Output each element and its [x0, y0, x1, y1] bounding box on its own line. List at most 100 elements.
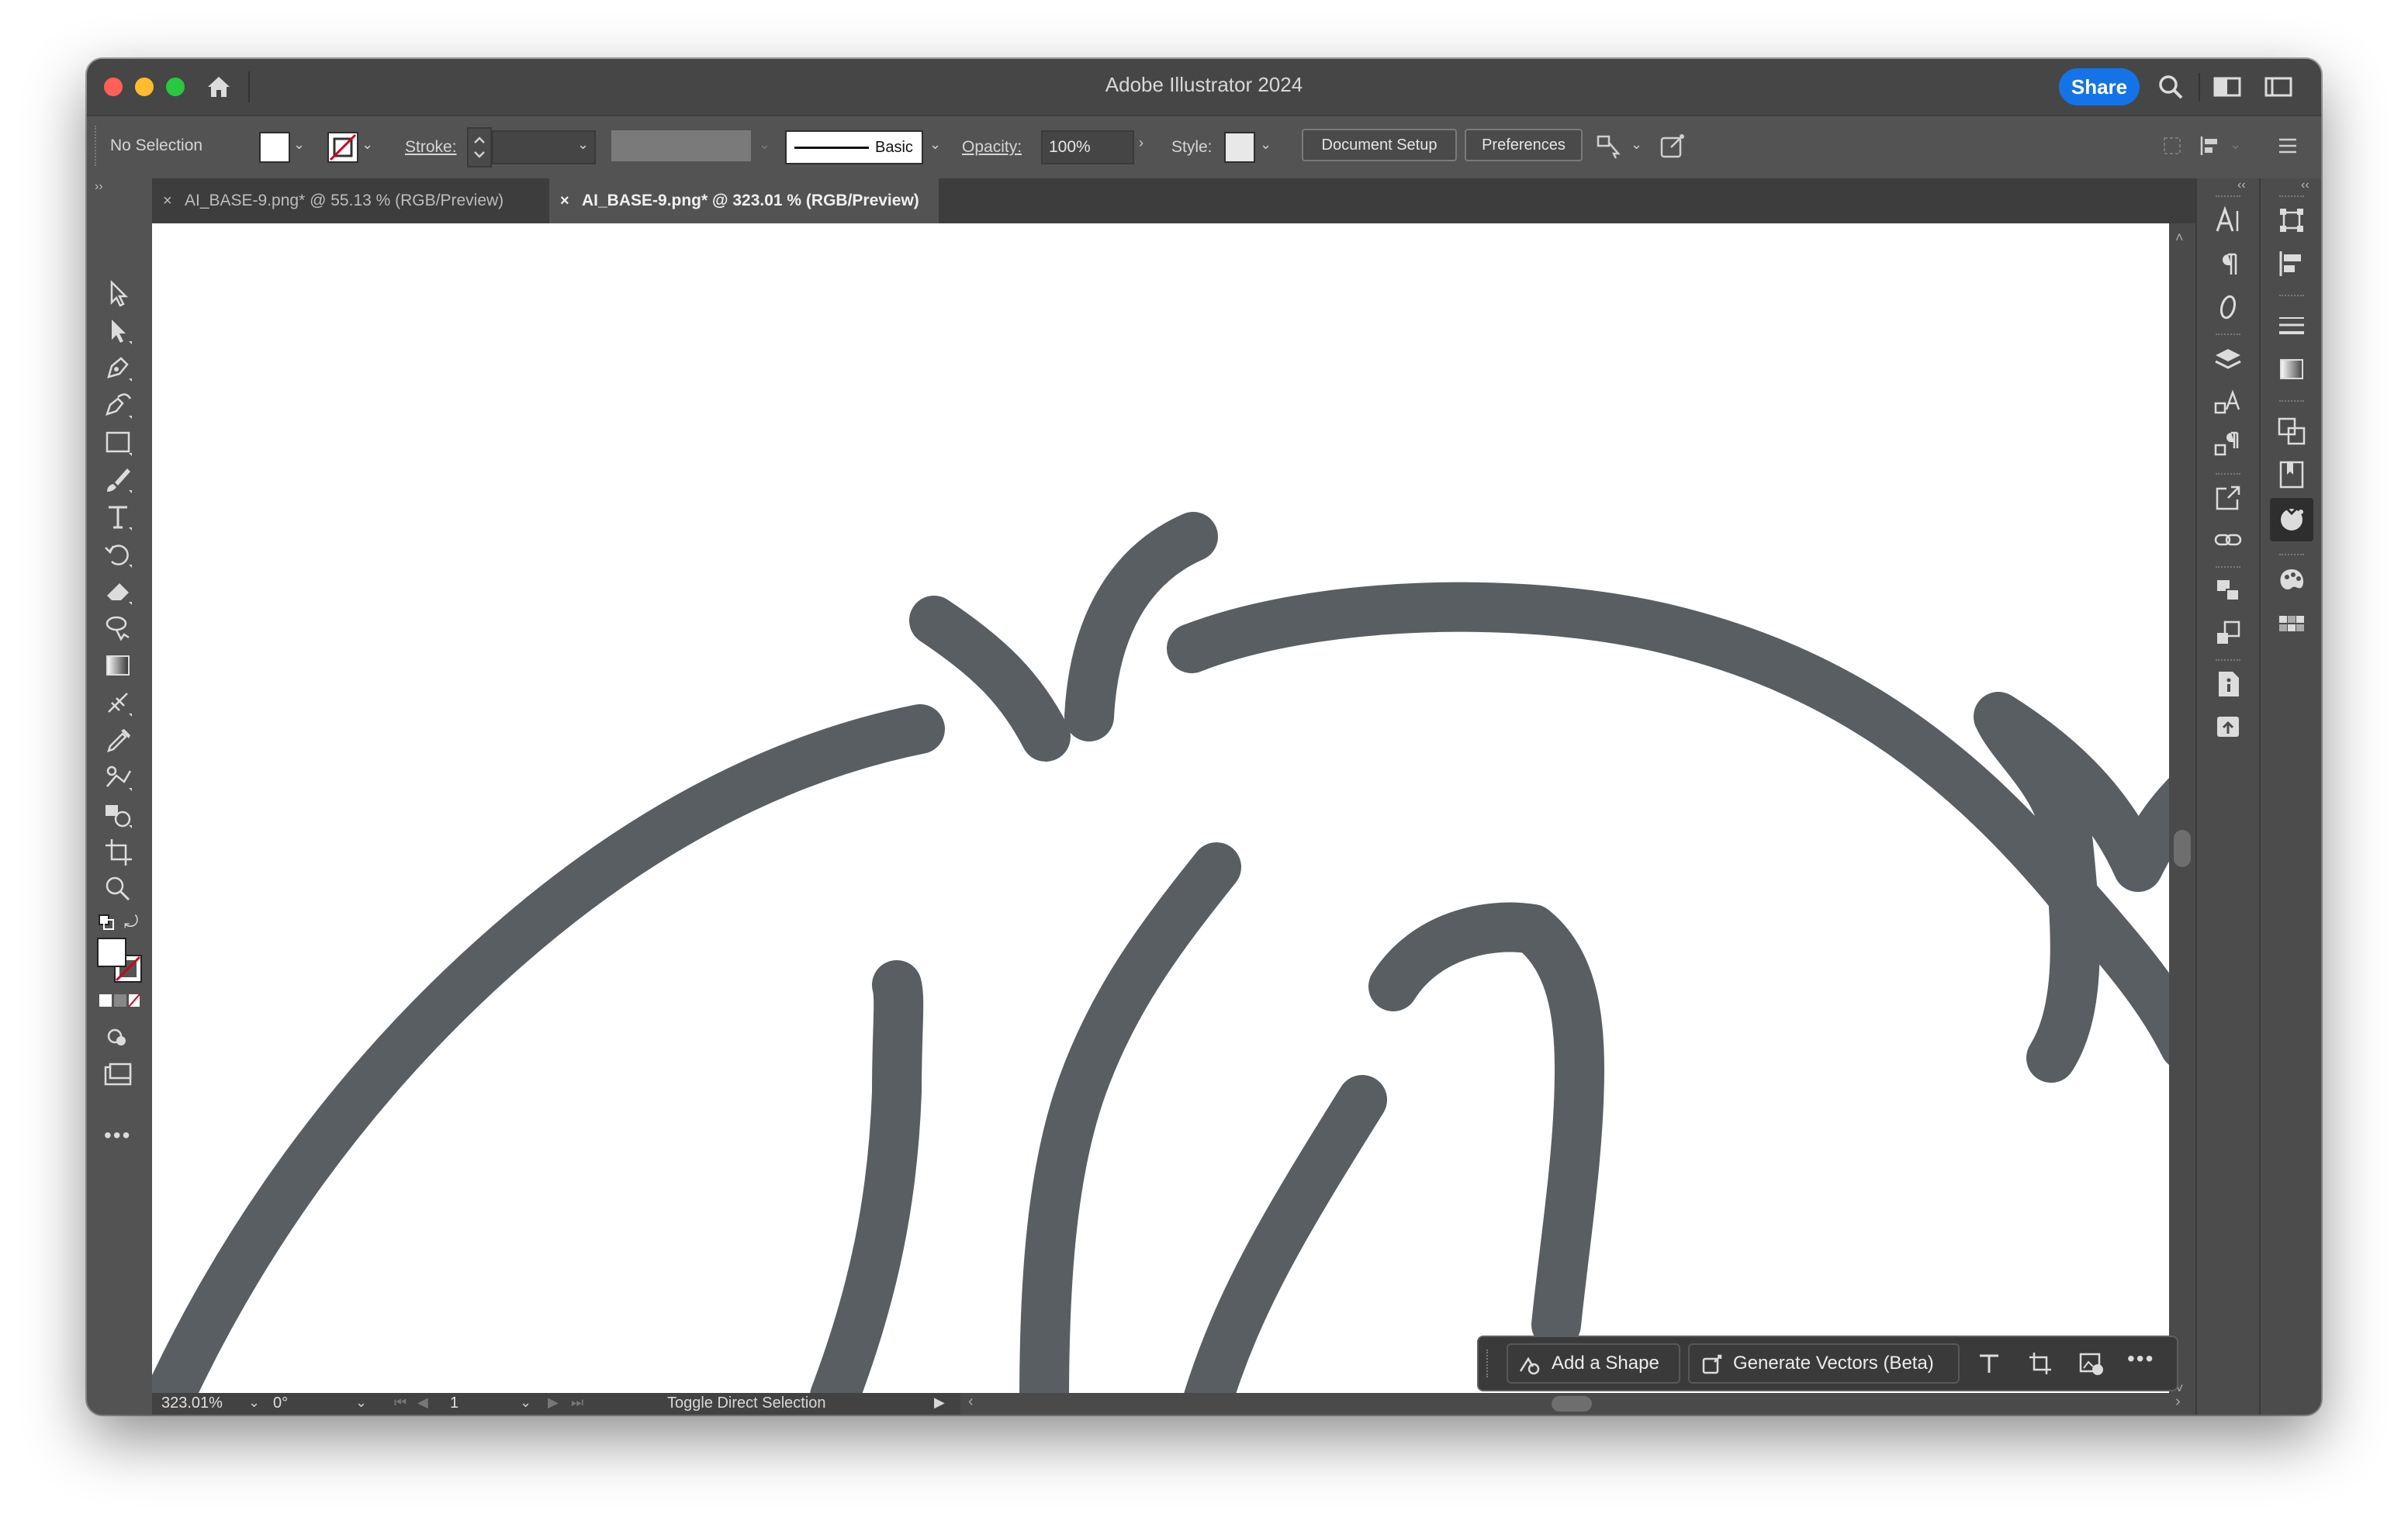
- artboard-canvas[interactable]: [152, 223, 2169, 1402]
- style-chevron-icon[interactable]: ⌄: [1260, 137, 1271, 153]
- opentype-panel-icon[interactable]: [2213, 292, 2244, 323]
- first-artboard-icon[interactable]: ⏮: [394, 1394, 407, 1411]
- panel-grip[interactable]: [2216, 566, 2240, 571]
- panel-grip[interactable]: [2216, 473, 2240, 478]
- scroll-right-icon[interactable]: ›: [2175, 1393, 2181, 1411]
- paragraph-panel-icon[interactable]: [2213, 248, 2244, 279]
- status-menu-arrow-icon[interactable]: ▶: [934, 1394, 945, 1411]
- edit-toolbar-icon[interactable]: •••: [104, 1123, 131, 1148]
- layers-panel-icon[interactable]: [2213, 343, 2244, 374]
- zoom-level-field[interactable]: 323.01%: [161, 1394, 223, 1412]
- align-chevron-icon[interactable]: ⌄: [2230, 137, 2241, 153]
- collapse-tools-icon[interactable]: ››: [95, 180, 103, 194]
- brush-definition-field[interactable]: Basic: [785, 130, 923, 164]
- libraries-panel-icon[interactable]: [2276, 459, 2307, 490]
- panel-grip[interactable]: [2279, 195, 2304, 200]
- recolor-artwork-icon[interactable]: [1657, 130, 1688, 161]
- vertical-scroll-thumb[interactable]: [2174, 830, 2191, 867]
- align-panel-icon[interactable]: [2276, 248, 2307, 279]
- transform-icon[interactable]: [2158, 132, 2186, 160]
- export-for-screens-icon[interactable]: [2213, 482, 2244, 513]
- eraser-tool-icon[interactable]: [101, 574, 135, 608]
- preferences-button[interactable]: Preferences: [1465, 129, 1583, 161]
- add-a-shape-button[interactable]: Add a Shape: [1507, 1343, 1680, 1384]
- next-artboard-icon[interactable]: ▶: [548, 1394, 559, 1411]
- crop-artboard-icon[interactable]: [2026, 1350, 2054, 1377]
- collapse-dock-icon[interactable]: ‹‹: [2237, 178, 2246, 192]
- character-styles-panel-icon[interactable]: [2213, 386, 2244, 417]
- artboard-tool-icon[interactable]: [101, 835, 135, 869]
- brush-chevron-icon[interactable]: ⌄: [929, 137, 941, 153]
- screen-mode-icon[interactable]: [101, 1058, 135, 1092]
- scroll-left-icon[interactable]: ‹: [968, 1393, 974, 1411]
- color-mode-buttons[interactable]: [98, 993, 141, 1008]
- stroke-label[interactable]: Stroke:: [405, 138, 457, 157]
- horizontal-scroll-thumb[interactable]: [1552, 1396, 1592, 1412]
- lasso-selection-tool-icon[interactable]: [101, 611, 135, 645]
- image-trace-icon[interactable]: [2078, 1350, 2105, 1377]
- graphic-style-swatch[interactable]: [1224, 132, 1255, 163]
- type-icon[interactable]: [1975, 1350, 2003, 1377]
- fill-stroke-indicator[interactable]: [96, 937, 144, 985]
- default-fill-stroke-icon[interactable]: [98, 914, 115, 931]
- rotate-tool-icon[interactable]: [101, 537, 135, 571]
- panel-grip[interactable]: [2216, 334, 2240, 338]
- zoom-chevron-icon[interactable]: ⌄: [248, 1394, 260, 1411]
- close-tab-icon[interactable]: ×: [560, 178, 569, 223]
- tab-document-55[interactable]: × AI_BASE-9.png* @ 55.13 % (RGB/Preview): [152, 178, 549, 223]
- properties-panel-button[interactable]: [2270, 498, 2313, 541]
- opacity-label[interactable]: Opacity:: [962, 138, 1022, 157]
- panel-grip[interactable]: [2279, 554, 2304, 558]
- scroll-up-icon[interactable]: ˄: [2175, 230, 2184, 246]
- asset-export-panel-icon[interactable]: [2213, 710, 2244, 741]
- shape-builder-tool-icon[interactable]: [101, 797, 135, 831]
- color-guide-panel-icon[interactable]: [2276, 608, 2307, 639]
- share-button[interactable]: Share: [2059, 68, 2140, 105]
- paragraph-styles-panel-icon[interactable]: [2213, 428, 2244, 459]
- stroke-panel-icon[interactable]: [2276, 310, 2307, 341]
- curvature-tool-icon[interactable]: [101, 388, 135, 422]
- stroke-weight-stepper[interactable]: [467, 127, 492, 168]
- type-tool-icon[interactable]: [101, 499, 135, 534]
- zoom-tool-icon[interactable]: [101, 872, 135, 906]
- drawing-mode-icon[interactable]: [101, 1021, 135, 1055]
- stroke-dropdown-chevron-icon[interactable]: ⌄: [362, 137, 373, 153]
- links-panel-icon[interactable]: [2213, 524, 2244, 555]
- mesh-tool-icon[interactable]: [101, 686, 135, 720]
- eyedropper-tool-icon[interactable]: [101, 723, 135, 757]
- workspace-switcher-icon[interactable]: [2213, 73, 2242, 101]
- pathfinder-panel-icon[interactable]: [2276, 416, 2307, 447]
- panel-grip[interactable]: [2216, 195, 2240, 200]
- generate-vectors-button[interactable]: Generate Vectors (Beta): [1688, 1343, 1960, 1384]
- artwork-drawing[interactable]: [152, 223, 2169, 1402]
- variable-width-profile[interactable]: [611, 130, 751, 161]
- gradient-tool-icon[interactable]: [101, 648, 135, 683]
- fill-swatch[interactable]: [259, 132, 290, 163]
- artboard-chevron-icon[interactable]: ⌄: [520, 1394, 531, 1411]
- tab-document-323[interactable]: × AI_BASE-9.png* @ 323.01 % (RGB/Preview…: [549, 178, 939, 223]
- transform-panel-icon[interactable]: [2276, 205, 2307, 236]
- variable-width-chevron-icon[interactable]: ⌄: [759, 137, 770, 153]
- close-tab-icon[interactable]: ×: [163, 178, 172, 223]
- last-artboard-icon[interactable]: ⏭: [571, 1394, 583, 1411]
- paintbrush-tool-icon[interactable]: [101, 462, 135, 496]
- arrange-documents-icon[interactable]: [2264, 73, 2293, 101]
- collapse-dock-icon[interactable]: ‹‹: [2301, 178, 2309, 192]
- panel-grip[interactable]: [2279, 295, 2304, 299]
- control-bar-menu-icon[interactable]: [2273, 132, 2301, 160]
- direct-selection-tool-icon[interactable]: [101, 313, 135, 347]
- fill-dropdown-chevron-icon[interactable]: ⌄: [293, 137, 305, 153]
- stroke-weight-chevron-icon[interactable]: ⌄: [577, 137, 589, 153]
- document-setup-button[interactable]: Document Setup: [1302, 129, 1457, 161]
- horizontal-scrollbar[interactable]: ‹ ›: [960, 1393, 2195, 1415]
- character-panel-icon[interactable]: [2213, 205, 2244, 236]
- task-bar-grip[interactable]: [1486, 1350, 1491, 1377]
- control-bar-grip[interactable]: [95, 126, 99, 166]
- swap-fill-stroke-icon[interactable]: ⤾: [124, 912, 143, 931]
- search-icon[interactable]: [2155, 71, 2186, 102]
- align-icon[interactable]: [2197, 132, 2225, 160]
- select-similar-chevron-icon[interactable]: ⌄: [1631, 137, 1642, 153]
- rotation-chevron-icon[interactable]: ⌄: [355, 1394, 367, 1411]
- gradient-panel-icon[interactable]: [2276, 354, 2307, 385]
- rotation-field[interactable]: 0°: [273, 1394, 288, 1412]
